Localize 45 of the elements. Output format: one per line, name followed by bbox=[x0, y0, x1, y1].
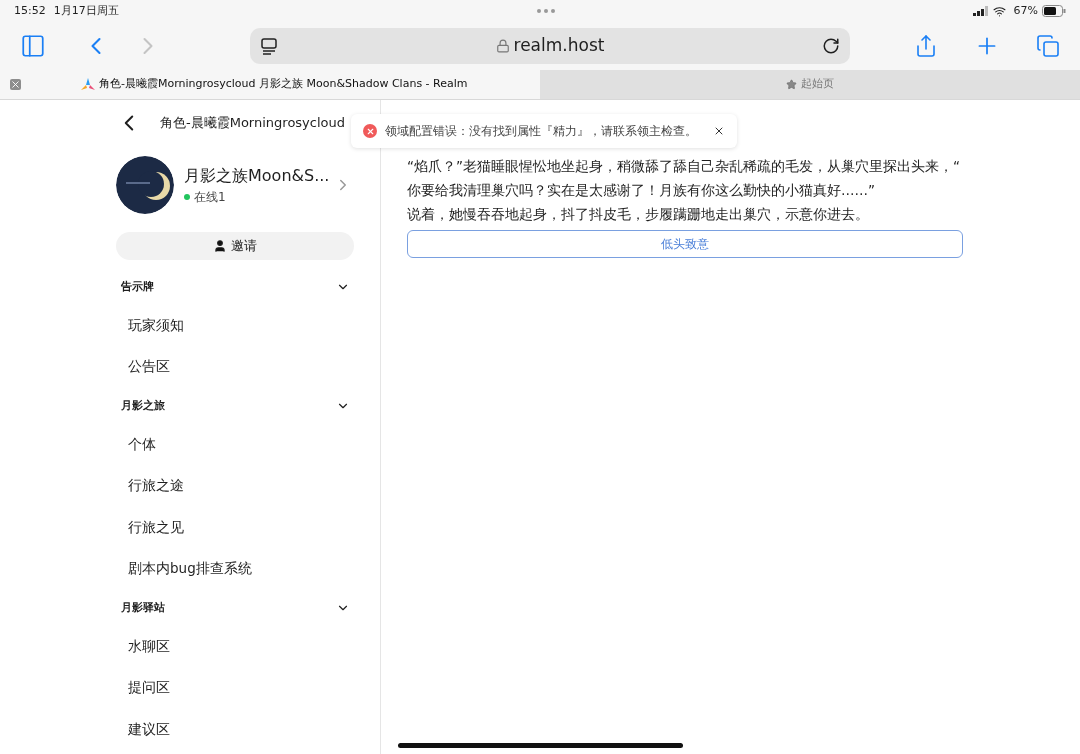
tab-title: 起始页 bbox=[801, 76, 834, 93]
star-icon bbox=[786, 79, 797, 90]
wifi-icon bbox=[992, 4, 1006, 18]
share-icon[interactable] bbox=[914, 34, 938, 58]
address-bar[interactable]: realm.host bbox=[250, 28, 850, 64]
address-text: realm.host bbox=[513, 34, 605, 58]
channel-item[interactable]: 水聊区 bbox=[0, 625, 380, 667]
tab-title: 角色-晨曦霞Morningrosycloud 月影之族 Moon&Shadow Clans - Realm bbox=[99, 76, 468, 93]
close-tab-icon[interactable] bbox=[10, 79, 21, 90]
choice-button[interactable]: 低头致意 bbox=[407, 230, 963, 258]
channel-item[interactable]: 个体 bbox=[0, 423, 380, 465]
story-text: 说着，她慢吞吞地起身，抖了抖皮毛，步履蹒跚地走出巢穴，示意你进去。 bbox=[407, 205, 870, 224]
story-text: “焰爪？”老猫睡眼惺忪地坐起身，稍微舔了舔自己杂乱稀疏的毛发，从巢穴里探出头来，“ bbox=[407, 157, 961, 176]
site-logo-icon bbox=[81, 77, 95, 92]
channel-item[interactable]: 剧本内bug排查系统 bbox=[0, 547, 380, 589]
sidebar-toggle-icon[interactable] bbox=[20, 33, 46, 59]
error-message: 领域配置错误：没有找到属性『精力』，请联系领主检查。 bbox=[385, 123, 697, 140]
signal-icon bbox=[972, 6, 989, 16]
lock-icon bbox=[495, 39, 510, 53]
realm-name: 月影之族Moon&S... bbox=[184, 165, 331, 187]
channel-item[interactable]: 公告区 bbox=[0, 345, 380, 387]
reader-icon[interactable] bbox=[260, 37, 278, 55]
page-title: 角色-晨曦霞Morningrosycloud bbox=[160, 114, 345, 133]
multitasking-dots-icon[interactable] bbox=[535, 8, 556, 14]
error-icon bbox=[363, 124, 377, 138]
channel-item[interactable]: 玩家须知 bbox=[0, 304, 380, 346]
online-count: 在线1 bbox=[194, 189, 226, 206]
group-header[interactable]: 告示牌 bbox=[0, 270, 380, 304]
group-header[interactable]: 月影驿站 bbox=[0, 591, 380, 625]
group-header[interactable]: 月影之旅 bbox=[0, 389, 380, 423]
tabs-overview-icon[interactable] bbox=[1036, 34, 1060, 58]
battery-icon bbox=[1042, 5, 1066, 17]
status-date: 1月17日周五 bbox=[53, 2, 119, 19]
browser-tab[interactable]: 起始页 bbox=[540, 70, 1080, 99]
channel-item[interactable]: 提问区 bbox=[0, 666, 380, 708]
battery-percent: 67% bbox=[1013, 2, 1038, 19]
story-text: 你要给我清理巢穴吗？实在是太感谢了！月族有你这么勤快的小猫真好……” bbox=[407, 181, 876, 200]
invite-button[interactable]: 邀请 bbox=[116, 232, 354, 260]
channel-item[interactable]: 建议区 bbox=[0, 708, 380, 750]
channel-item[interactable]: 行旅之途 bbox=[0, 464, 380, 506]
close-icon[interactable] bbox=[713, 125, 725, 137]
reload-icon[interactable] bbox=[822, 37, 840, 55]
status-time: 15:52 bbox=[14, 2, 46, 19]
person-icon bbox=[213, 239, 227, 253]
channel-item[interactable]: 行旅之见 bbox=[0, 506, 380, 548]
